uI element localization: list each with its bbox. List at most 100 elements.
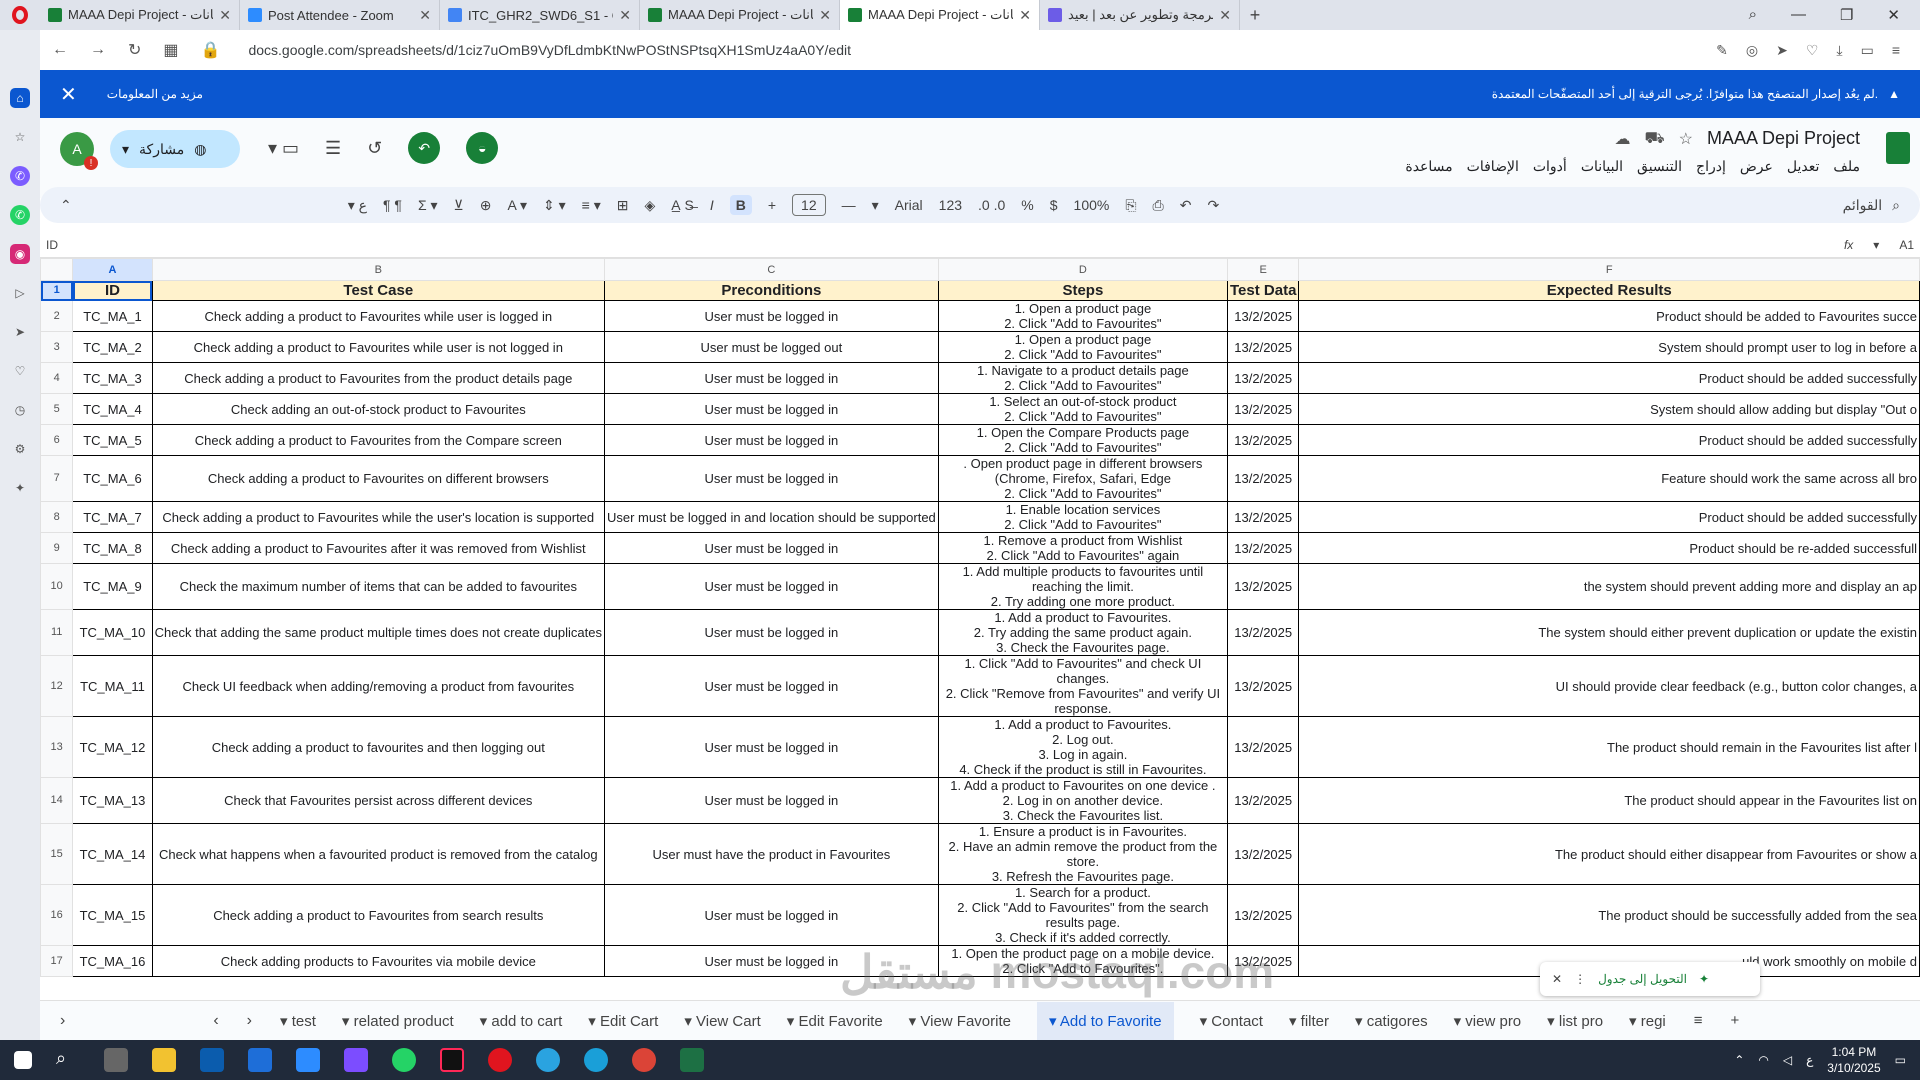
steps-cell[interactable]: 1. Click "Add to Favourites" and check U… xyxy=(937,655,1229,717)
sheet-tab-menu-icon[interactable]: ▾ xyxy=(1629,1013,1641,1030)
column-header[interactable]: D xyxy=(937,258,1229,281)
test-date-cell[interactable]: 13/2/2025 xyxy=(1226,884,1300,946)
visual-studio-icon[interactable] xyxy=(344,1048,368,1072)
clock[interactable]: 1:04 PM 3/10/2025 xyxy=(1827,1044,1880,1076)
preconditions-cell[interactable]: User must be logged in xyxy=(603,609,939,656)
task-view-icon[interactable] xyxy=(104,1048,128,1072)
sheet-tab[interactable]: ▾ view pro xyxy=(1454,1012,1522,1030)
test-date-cell[interactable]: 13/2/2025 xyxy=(1226,563,1300,610)
expected-results-cell[interactable]: Product should be added successfully xyxy=(1298,362,1920,394)
sheet-tab[interactable]: ▾ catigores xyxy=(1355,1012,1428,1030)
close-window-button[interactable]: ✕ xyxy=(1887,6,1900,24)
steps-cell[interactable]: 1. Enable location services 2. Click "Ad… xyxy=(937,501,1229,533)
expected-results-cell[interactable]: System should prompt user to log in befo… xyxy=(1298,331,1920,363)
zoom-select[interactable]: 100% xyxy=(1074,197,1110,213)
sheet-tab-menu-icon[interactable]: ▾ xyxy=(909,1013,921,1030)
excel-icon[interactable] xyxy=(680,1048,704,1072)
snapshot-icon[interactable]: ◎ xyxy=(1746,42,1758,59)
test-case-cell[interactable]: Check what happens when a favourited pro… xyxy=(151,823,605,885)
url-field[interactable]: docs.google.com/spreadsheets/d/1ciz7uOmB… xyxy=(248,42,851,58)
test-case-cell[interactable]: Check adding a product to Favourites on … xyxy=(151,455,605,502)
test-case-cell[interactable]: Check adding a product to Favourites aft… xyxy=(151,532,605,564)
preconditions-cell[interactable]: User must be logged in xyxy=(603,532,939,564)
header-cell[interactable]: Test Case xyxy=(151,280,605,301)
menu-item[interactable]: تعديل xyxy=(1787,158,1820,175)
reload-button[interactable]: ↻ xyxy=(128,40,141,60)
search-tabs-icon[interactable]: ⌕ xyxy=(1749,6,1757,24)
settings-icon[interactable]: ⚙ xyxy=(10,439,30,459)
test-date-cell[interactable]: 13/2/2025 xyxy=(1226,716,1300,778)
add-sheet-icon[interactable]: + xyxy=(1731,1012,1740,1029)
sheet-tab[interactable]: ▾ add to cart xyxy=(480,1012,563,1030)
heart-icon[interactable]: ♡ xyxy=(1806,42,1819,59)
file-explorer-icon[interactable] xyxy=(152,1048,176,1072)
sheet-tab-menu-icon[interactable]: ▾ xyxy=(787,1013,799,1030)
share-button[interactable]: ▾ مشاركة ◍ xyxy=(110,130,240,168)
redo-icon[interactable]: ↷ xyxy=(1207,197,1219,214)
column-header[interactable]: F xyxy=(1298,258,1920,281)
sheet-tab-menu-icon[interactable]: ▾ xyxy=(1454,1013,1466,1030)
cloud-status-icon[interactable]: ☁ xyxy=(1614,129,1630,149)
browser-tab[interactable]: MAAA Depi Project - بيانات ✕ xyxy=(640,0,840,30)
preconditions-cell[interactable]: User must be logged in xyxy=(603,563,939,610)
messenger-icon[interactable]: ✆ xyxy=(10,166,30,186)
test-case-cell[interactable]: Check adding a product to Favourites whi… xyxy=(151,501,605,533)
collapse-toolbar-icon[interactable]: ⌃ xyxy=(60,197,72,214)
test-date-cell[interactable]: 13/2/2025 xyxy=(1226,300,1300,332)
sheet-tab-menu-icon[interactable]: ▾ xyxy=(1049,1013,1060,1030)
sheet-tab-menu-icon[interactable]: ▾ xyxy=(342,1013,354,1030)
expected-results-cell[interactable]: Product should be re-added successfull xyxy=(1298,532,1920,564)
test-case-cell[interactable]: Check that Favourites persist across dif… xyxy=(151,777,605,824)
addon-2-icon[interactable]: ◒ xyxy=(466,132,499,164)
expected-results-cell[interactable]: UI should provide clear feedback (e.g., … xyxy=(1298,655,1920,717)
preconditions-cell[interactable]: User must be logged in xyxy=(603,777,939,824)
row-header[interactable]: 4 xyxy=(40,362,74,394)
sheet-tab[interactable]: ▾ View Favorite xyxy=(909,1012,1011,1030)
id-cell[interactable]: TC_MA_1 xyxy=(72,300,153,332)
id-cell[interactable]: TC_MA_2 xyxy=(72,331,153,363)
instagram-icon[interactable]: ◉ xyxy=(10,244,30,264)
test-date-cell[interactable]: 13/2/2025 xyxy=(1226,655,1300,717)
font-size-input[interactable]: 12 xyxy=(792,194,826,216)
undo-icon[interactable]: ↶ xyxy=(1180,197,1192,214)
menu-item[interactable]: مساعدة xyxy=(1405,158,1452,175)
menu-icon[interactable]: ≡ xyxy=(1892,42,1900,59)
sheets-logo-icon[interactable] xyxy=(1886,132,1910,164)
font-dropdown[interactable]: ▾ xyxy=(872,197,879,214)
language-icon[interactable]: ع xyxy=(1806,1053,1813,1067)
opera-logo-icon[interactable] xyxy=(0,0,40,30)
search-taskbar-icon[interactable]: ⌕ xyxy=(56,1048,80,1072)
test-case-cell[interactable]: Check the maximum number of items that c… xyxy=(151,563,605,610)
battery-icon[interactable]: ▭ xyxy=(1861,42,1874,59)
row-header[interactable]: 1 xyxy=(40,280,74,301)
convert-to-table-chip[interactable]: ✕ ⋮ التحويل إلى جدول ✦ xyxy=(1540,962,1760,996)
row-header[interactable]: 13 xyxy=(40,716,74,778)
steps-cell[interactable]: 1. Ensure a product is in Favourites. 2.… xyxy=(937,823,1229,885)
preconditions-cell[interactable]: User must be logged in xyxy=(603,424,939,456)
test-case-cell[interactable]: Check adding a product to Favourites fro… xyxy=(151,884,605,946)
row-header[interactable]: 12 xyxy=(40,655,74,717)
row-header[interactable]: 17 xyxy=(40,945,74,977)
id-cell[interactable]: TC_MA_16 xyxy=(72,945,153,977)
browser-tab[interactable]: برمجة وتطوير عن بعد | بعيد ✕ xyxy=(1040,0,1240,30)
test-date-cell[interactable]: 13/2/2025 xyxy=(1226,331,1300,363)
row-header[interactable]: 8 xyxy=(40,501,74,533)
send-icon[interactable]: ➤ xyxy=(1776,42,1788,59)
header-cell[interactable]: Test Data xyxy=(1226,280,1300,301)
preconditions-cell[interactable]: User must have the product in Favourites xyxy=(603,823,939,885)
text-color-icon[interactable]: A ▾ xyxy=(508,197,527,214)
font-size-plus[interactable]: + xyxy=(768,197,776,213)
whatsapp-app-icon[interactable] xyxy=(392,1048,416,1072)
menu-item[interactable]: التنسيق xyxy=(1637,158,1682,175)
print-icon[interactable]: ⎙ xyxy=(1153,197,1164,214)
test-case-cell[interactable]: Check adding an out-of-stock product to … xyxy=(151,393,605,425)
minimize-button[interactable]: — xyxy=(1791,6,1806,24)
steps-cell[interactable]: . Open product page in different browser… xyxy=(937,455,1229,502)
row-header[interactable]: 10 xyxy=(40,563,74,610)
addon-icon[interactable]: ↶ xyxy=(408,132,441,164)
sheet-tab[interactable]: ▾ Add to Favorite xyxy=(1036,1001,1174,1040)
id-cell[interactable]: TC_MA_8 xyxy=(72,532,153,564)
header-cell[interactable]: ID xyxy=(72,280,153,301)
send-sidebar-icon[interactable]: ➤ xyxy=(10,322,30,342)
sum-icon[interactable]: Σ ▾ xyxy=(418,197,438,214)
